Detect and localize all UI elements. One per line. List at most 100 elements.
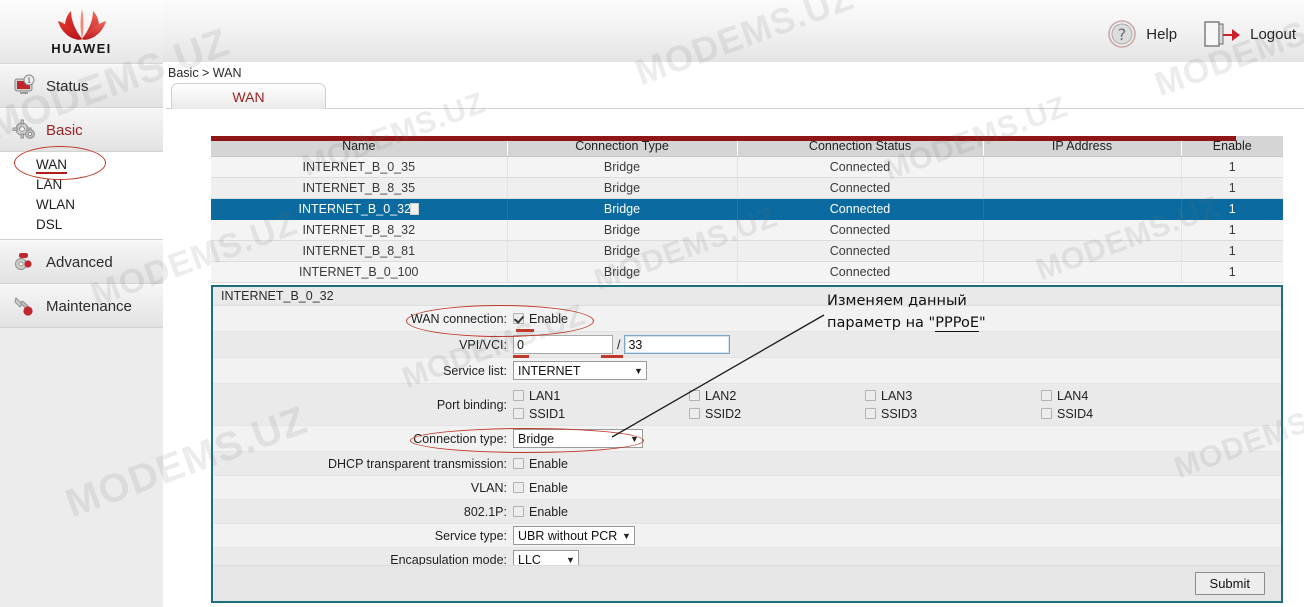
cell-enable: 1 — [1181, 219, 1283, 241]
cell-type: Bridge — [507, 261, 738, 283]
table-row[interactable]: INTERNET_B_8_81 Bridge Connected 1 — [211, 240, 1283, 262]
vpi-vci-separator: / — [617, 337, 621, 352]
sidebar-item-status[interactable]: i Status — [0, 64, 163, 108]
vpi-input[interactable] — [513, 335, 613, 354]
cell-ip — [983, 261, 1182, 283]
help-label: Help — [1146, 25, 1178, 43]
sidebar-item-label: Status — [46, 77, 89, 95]
tab-bar: WAN — [166, 83, 1304, 109]
port-binding-checkbox-ssid1[interactable] — [513, 408, 524, 419]
cell-status: Connected — [737, 240, 984, 262]
cell-name[interactable]: INTERNET_B_8_35 — [211, 177, 508, 199]
sidebar-item-label: Advanced — [46, 253, 113, 271]
cell-name[interactable]: INTERNET_B_8_81 — [211, 240, 508, 262]
cell-name[interactable]: INTERNET_B_0_32 — [211, 198, 508, 220]
logout-button[interactable]: Logout — [1203, 19, 1296, 49]
cell-ip — [983, 240, 1182, 262]
monitor-icon: i — [14, 74, 35, 94]
chevron-down-icon: ▼ — [566, 554, 575, 565]
cell-status: Connected — [737, 177, 984, 199]
field-row-port-binding: Port binding: LAN1 SSID1 LAN2 SSID2 LAN3… — [213, 384, 1281, 426]
cell-enable: 1 — [1181, 156, 1283, 178]
annotation-line-2-suffix: " — [978, 315, 986, 331]
table-row[interactable]: INTERNET_B_0_100 Bridge Connected 1 — [211, 261, 1283, 283]
table-row[interactable]: INTERNET_B_0_35 Bridge Connected 1 — [211, 156, 1283, 178]
port-binding-checkbox-ssid4[interactable] — [1041, 408, 1052, 419]
annotation-text: Изменяем данный параметр на "PPPoE" — [827, 290, 986, 334]
dhcp-transparent-checkbox-label: Enable — [529, 456, 568, 471]
sidebar-subitem-wlan[interactable]: WLAN — [0, 195, 163, 215]
port-binding-checkbox-lan1[interactable] — [513, 390, 524, 401]
submit-button[interactable]: Submit — [1194, 572, 1265, 595]
port-binding-label: SSID1 — [529, 406, 566, 421]
annotation-line-1: Изменяем данный — [827, 293, 967, 309]
sidebar-subitem-dsl[interactable]: DSL — [0, 215, 163, 235]
port-binding-label: LAN4 — [1057, 388, 1089, 403]
sidebar-item-basic[interactable]: Basic — [0, 108, 163, 152]
port-binding-checkbox-lan2[interactable] — [689, 390, 700, 401]
tab-label: WAN — [232, 88, 265, 105]
label-vpi-vci: VPI/VCI: — [459, 337, 507, 352]
table-row-selected[interactable]: INTERNET_B_0_32 Bridge Connected 1 — [211, 198, 1283, 220]
port-binding-checkbox-ssid2[interactable] — [689, 408, 700, 419]
tab-wan[interactable]: WAN — [171, 83, 326, 109]
cell-status: Connected — [737, 219, 984, 241]
table-accent-bar — [211, 136, 1236, 141]
service-list-dropdown[interactable]: INTERNET ▼ — [513, 361, 647, 380]
vlan-checkbox[interactable] — [513, 482, 524, 493]
connection-type-dropdown[interactable]: Bridge ▼ — [513, 429, 643, 448]
wan-connection-checkbox[interactable] — [513, 313, 524, 324]
table-row[interactable]: INTERNET_B_8_32 Bridge Connected 1 — [211, 219, 1283, 241]
label-dot1p: 802.1P: — [463, 504, 507, 519]
cell-name[interactable]: INTERNET_B_8_32 — [211, 219, 508, 241]
gears-icon — [12, 119, 35, 139]
tab-underline — [166, 108, 1304, 109]
cell-type: Bridge — [507, 240, 738, 262]
cell-ip — [983, 198, 1182, 220]
dot1p-checkbox[interactable] — [513, 506, 524, 517]
help-button[interactable]: ? Help — [1107, 19, 1177, 49]
sidebar-item-label: Maintenance — [46, 297, 132, 315]
chevron-down-icon: ▼ — [622, 530, 631, 541]
svg-text:?: ? — [1118, 25, 1127, 44]
sidebar: HUAWEI i Status Basic WAN LAN WLAN DSL A… — [0, 0, 163, 607]
port-binding-checkbox-lan4[interactable] — [1041, 390, 1052, 401]
header-actions: ? Help Logout — [1107, 14, 1296, 54]
dhcp-transparent-checkbox[interactable] — [513, 458, 524, 469]
port-binding-checkbox-lan3[interactable] — [865, 390, 876, 401]
cell-name-text: INTERNET_B_0_32 — [298, 201, 412, 216]
sidebar-subitem-label: WLAN — [36, 197, 76, 212]
logout-label: Logout — [1250, 25, 1296, 43]
cell-status: Connected — [737, 198, 984, 220]
sidebar-subitem-wan[interactable]: WAN — [0, 155, 163, 175]
service-type-dropdown[interactable]: UBR without PCR ▼ — [513, 526, 635, 545]
vlan-checkbox-label: Enable — [529, 480, 568, 495]
cell-ip — [983, 156, 1182, 178]
cell-enable: 1 — [1181, 177, 1283, 199]
label-wan-connection: WAN connection: — [410, 311, 507, 326]
port-binding-label: LAN3 — [881, 388, 913, 403]
sidebar-item-maintenance[interactable]: Maintenance — [0, 284, 163, 328]
port-binding-label: SSID4 — [1057, 406, 1094, 421]
dot1p-checkbox-label: Enable — [529, 504, 568, 519]
cell-enable: 1 — [1181, 240, 1283, 262]
cell-name[interactable]: INTERNET_B_0_35 — [211, 156, 508, 178]
cell-status: Connected — [737, 261, 984, 283]
port-binding-label: SSID3 — [881, 406, 918, 421]
tools-icon — [15, 253, 32, 270]
annotation-line-2-prefix: параметр на " — [827, 315, 936, 331]
sidebar-item-advanced[interactable]: Advanced — [0, 240, 163, 284]
vci-input[interactable] — [624, 335, 731, 354]
sidebar-subitem-lan[interactable]: LAN — [0, 175, 163, 195]
wan-connection-checkbox-label: Enable — [529, 311, 568, 326]
brand-name: HUAWEI — [51, 40, 112, 56]
port-binding-checkbox-ssid3[interactable] — [865, 408, 876, 419]
cell-type: Bridge — [507, 177, 738, 199]
cell-name[interactable]: INTERNET_B_0_100 — [211, 261, 508, 283]
label-dhcp-transparent: DHCP transparent transmission: — [327, 456, 507, 471]
panel-title: INTERNET_B_0_32 — [213, 287, 1281, 306]
cell-status: Connected — [737, 156, 984, 178]
sidebar-item-label: Basic — [46, 121, 83, 139]
label-service-list: Service list: — [443, 363, 507, 378]
table-row[interactable]: INTERNET_B_8_35 Bridge Connected 1 — [211, 177, 1283, 199]
